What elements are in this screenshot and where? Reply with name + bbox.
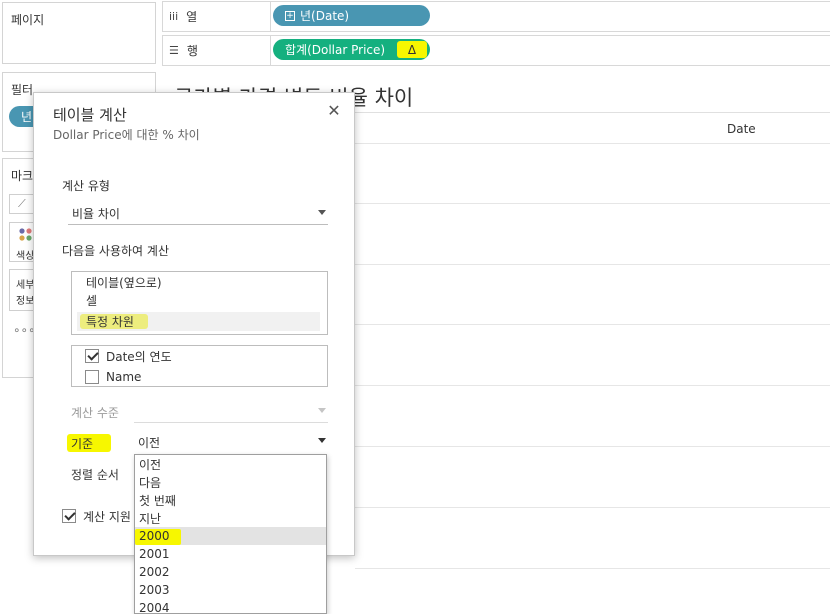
columns-shelf-label: iii 열 [163,2,271,31]
marks-tooltip-label: 정보 [16,296,35,307]
grid-line [355,446,830,447]
calc-level-dropdown [134,401,328,423]
table-calc-delta-icon: Δ [397,41,427,58]
dimension-date-year[interactable]: Date의 연도 [85,347,172,365]
rows-pill-label: 합계(Dollar Price) [285,43,386,57]
calc-level-label: 계산 수준 [71,406,119,420]
dimensions-list: Date의 연도 Name [71,345,328,387]
compute-using-label: 다음을 사용하여 계산 [62,244,169,258]
checkbox-unchecked-icon[interactable] [85,370,99,384]
compute-option-label: 특정 차원 [86,315,134,329]
columns-label: 열 [186,10,198,24]
rows-label: 행 [186,44,198,58]
checkbox-checked-icon[interactable] [85,349,99,363]
relative-option-label: 2003 [139,583,170,597]
grid-line [355,385,830,386]
grid-line [355,507,830,508]
columns-icon: iii [169,10,179,23]
calc-type-dropdown[interactable]: 비율 차이 [68,203,328,225]
line-mark-icon: ⟋ [18,197,26,210]
chevron-down-icon [318,438,326,443]
dimension-label: Name [106,370,142,384]
relative-to-value: 이전 [138,435,161,450]
chevron-down-icon [318,210,326,215]
relative-to-label: 기준 [71,437,94,451]
relative-option-label: 2001 [139,547,170,561]
grid-line [355,143,830,144]
relative-option-label: 첫 번째 [139,493,176,508]
relative-option[interactable]: 지난 [135,509,326,527]
sort-order-label: 정렬 순서 [71,468,119,482]
chevron-down-icon [318,408,326,413]
close-icon[interactable]: ✕ [326,103,342,119]
checkbox-checked-icon[interactable] [62,509,76,523]
relative-option[interactable]: 첫 번째 [135,491,326,509]
relative-option[interactable]: 2003 [135,581,326,599]
rows-icon: ☰ [169,44,179,57]
rows-pill-sum-dollar-price[interactable]: 합계(Dollar Price) Δ [273,39,430,60]
rows-shelf: ☰ 행 합계(Dollar Price) Δ [162,35,830,66]
pages-title: 페이지 [11,13,45,27]
relative-option-label: 지난 [139,511,162,526]
calc-type-label: 계산 유형 [62,179,110,193]
rows-shelf-label: ☰ 행 [163,36,271,65]
compute-option-table-across[interactable]: 테이블(옆으로) [72,273,327,292]
pages-card: 페이지 [2,2,156,64]
columns-pill-year-date[interactable]: + 년(Date) [273,5,430,26]
compute-option-label: 테이블(옆으로) [86,276,162,290]
dimension-name[interactable]: Name [85,368,141,386]
relative-to-dropdown[interactable]: 이전 [134,431,328,453]
compute-option-label: 셀 [86,294,98,308]
grid-line [355,264,830,265]
relative-option[interactable]: 2004 [135,599,326,614]
relative-option-label: 2000 [139,529,170,543]
relative-option-label: 다음 [139,475,162,490]
compute-option-cell[interactable]: 셀 [72,291,327,310]
filters-title: 필터 [11,83,34,97]
relative-option-label: 2004 [139,601,170,614]
relative-option[interactable]: 2002 [135,563,326,581]
delta-symbol: Δ [407,42,417,57]
marks-detail-label: 세부 [16,280,35,291]
column-header-date: Date [727,122,756,136]
show-calc-assist-label: 계산 지원 [83,509,131,524]
compute-option-specific-dimensions[interactable]: 특정 차원 [77,312,320,331]
dialog-title: 테이블 계산 [53,106,127,124]
dialog-subtitle: Dollar Price에 대한 % 차이 [53,128,200,142]
relative-option-label: 2002 [139,565,170,579]
expand-plus-icon: + [285,10,295,21]
relative-to-options-list: 이전 다음 첫 번째 지난 2000 2001 2002 2003 2004 [134,454,327,614]
compute-using-list: 테이블(옆으로) 셀 특정 차원 [71,271,328,335]
grid-line [355,324,830,325]
relative-option-2000[interactable]: 2000 [135,527,326,545]
relative-option[interactable]: 2001 [135,545,326,563]
grid-line [355,203,830,204]
columns-shelf: iii 열 + 년(Date) [162,1,830,32]
relative-option-label: 이전 [139,457,162,472]
columns-pill-label: 년(Date) [300,9,350,23]
relative-option[interactable]: 다음 [135,473,326,491]
calc-type-value: 비율 차이 [72,207,120,221]
marks-color-label: 색상 [16,251,35,262]
relative-option[interactable]: 이전 [135,455,326,473]
marks-title: 마크 [11,169,34,183]
show-calc-assist-checkbox[interactable]: 계산 지원 [62,507,131,525]
grid-line [355,568,830,569]
dimension-label: Date의 연도 [106,349,172,364]
